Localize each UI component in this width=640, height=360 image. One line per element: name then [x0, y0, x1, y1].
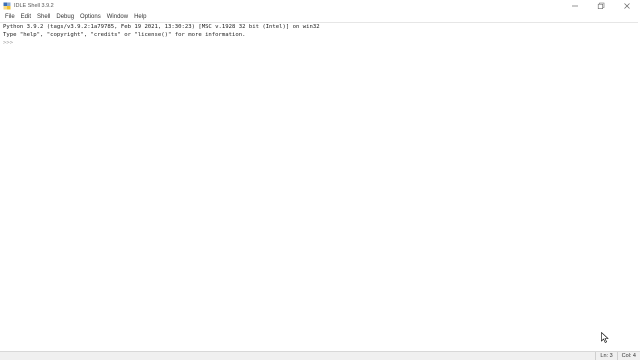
menu-file[interactable]: File	[2, 12, 18, 22]
menu-shell[interactable]: Shell	[34, 12, 53, 22]
menu-debug[interactable]: Debug	[53, 12, 77, 22]
menu-window[interactable]: Window	[104, 12, 131, 22]
menu-help[interactable]: Help	[131, 12, 149, 22]
window-title: IDLE Shell 3.9.2	[14, 3, 54, 9]
status-bar: Ln: 3 Col: 4	[0, 351, 640, 360]
menu-options[interactable]: Options	[77, 12, 104, 22]
restore-button[interactable]	[588, 0, 614, 12]
menu-edit[interactable]: Edit	[18, 12, 34, 22]
shell-info-line: Type "help", "copyright", "credits" or "…	[3, 32, 246, 38]
window-controls	[562, 0, 640, 12]
python-idle-icon	[3, 2, 11, 10]
mouse-cursor-icon	[601, 332, 609, 343]
menu-bar: File Edit Shell Debug Options Window Hel…	[0, 12, 640, 22]
status-line: Ln: 3	[595, 352, 616, 360]
shell-banner-line: Python 3.9.2 (tags/v3.9.2:1a79785, Feb 1…	[3, 24, 320, 30]
close-button[interactable]	[614, 0, 640, 12]
minimize-button[interactable]	[562, 0, 588, 12]
shell-text-area[interactable]: Python 3.9.2 (tags/v3.9.2:1a79785, Feb 1…	[0, 22, 638, 350]
status-column: Col: 4	[616, 352, 640, 360]
title-bar: IDLE Shell 3.9.2	[0, 0, 640, 12]
shell-prompt: >>>	[3, 40, 14, 46]
